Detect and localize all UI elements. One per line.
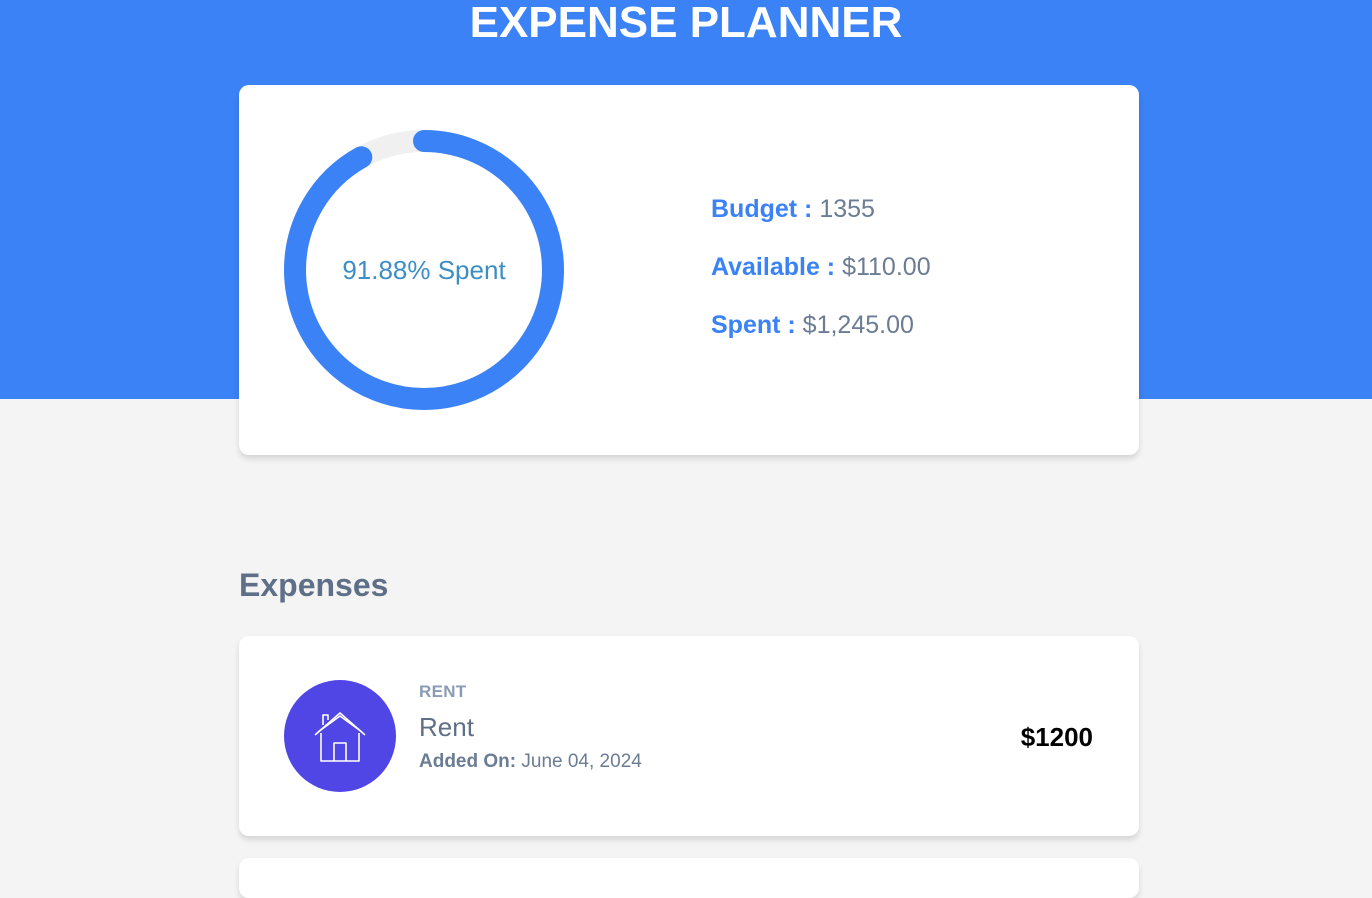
house-icon	[314, 712, 366, 762]
available-label: Available :	[711, 253, 836, 281]
budget-row: Budget : 1355	[711, 195, 931, 253]
budget-summary-card: 91.88% Spent Budget : 1355 Available : $…	[239, 85, 1139, 455]
spent-label: Spent :	[711, 311, 796, 339]
expense-date: June 04, 2024	[521, 751, 642, 772]
budget-label: Budget :	[711, 195, 813, 223]
added-on-label: Added On:	[419, 751, 517, 772]
spent-progress-ring: 91.88% Spent	[283, 129, 565, 411]
spent-row: Spent : $1,245.00	[711, 311, 931, 369]
expense-name: Rent	[419, 712, 474, 742]
expense-date-row: Added On: June 04, 2024	[419, 751, 642, 773]
expense-details: RENT Rent Added On: June 04, 2024	[419, 682, 642, 773]
budget-value: 1355	[819, 195, 875, 223]
expense-category: RENT	[419, 682, 467, 701]
expense-item[interactable]: RENT Rent Added On: June 04, 2024 $1200	[239, 636, 1139, 836]
category-badge	[284, 680, 396, 792]
available-value: $110.00	[842, 253, 931, 281]
expense-item-partial[interactable]	[239, 858, 1139, 898]
percent-spent-label: 91.88% Spent	[342, 254, 506, 285]
expenses-heading: Expenses	[239, 567, 389, 603]
budget-stats: Budget : 1355 Available : $110.00 Spent …	[711, 195, 931, 369]
spent-value: $1,245.00	[802, 311, 914, 339]
expense-amount: $1200	[1020, 722, 1093, 752]
available-row: Available : $110.00	[711, 253, 931, 311]
app-title: EXPENSE PLANNER	[469, 0, 903, 47]
